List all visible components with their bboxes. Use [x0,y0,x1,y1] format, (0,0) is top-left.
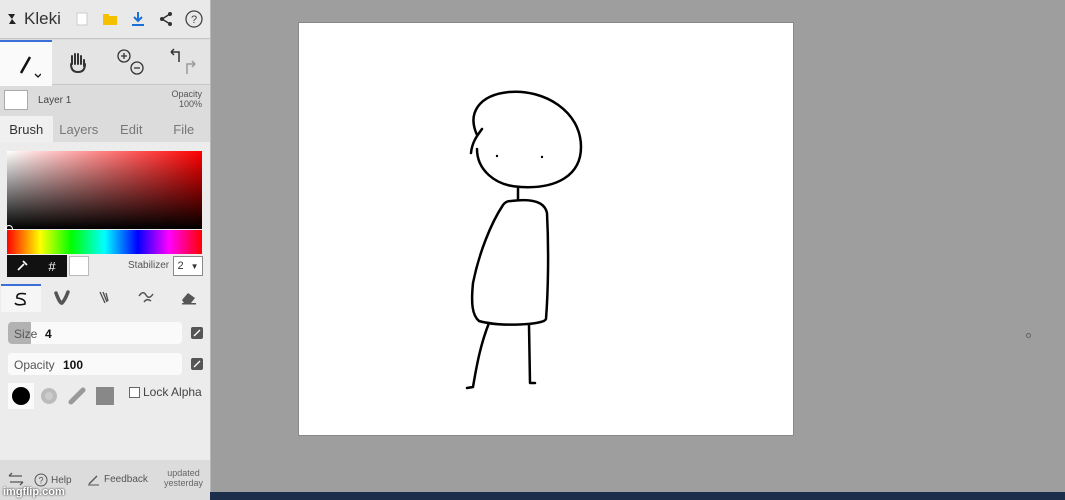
new-file-icon[interactable] [72,9,92,29]
brush-icon [19,56,41,78]
history-tools [160,40,206,84]
layer-opacity-value: 100% [178,99,202,109]
checkbox-icon[interactable] [129,386,140,398]
stabilizer-label: Stabilizer [128,260,170,271]
hex-color-button[interactable]: # [37,255,67,277]
layer-thumbnail[interactable] [4,90,28,110]
hue-slider[interactable] [7,230,202,254]
tab-brush[interactable]: Brush [0,116,53,142]
app-logo[interactable]: Kleki [6,9,61,29]
stabilizer-value: 2 [177,260,184,272]
circle-shape-icon [12,387,30,405]
chisel-icon [68,387,86,405]
os-taskbar [210,492,1065,500]
updated-info[interactable]: updated yesterday [164,468,203,488]
download-icon[interactable] [128,9,148,29]
feedback-icon [88,475,99,486]
undo-icon[interactable] [170,48,180,62]
svg-text:?: ? [191,14,197,26]
svg-text:?: ? [38,476,43,486]
tab-file[interactable]: File [158,116,211,142]
swap-icon [8,472,24,486]
layer-preview-row[interactable]: Layer 1 Opacity 100% [0,86,210,114]
eraser-icon [182,293,196,305]
tab-edit[interactable]: Edit [105,116,158,142]
color-saturation-picker[interactable] [7,151,202,229]
layer-name: Layer 1 [38,95,72,106]
opacity-label: Opacity [14,358,55,372]
size-value: 4 [45,327,52,341]
drawing-canvas[interactable] [298,22,794,436]
eraser-tab[interactable] [169,284,209,310]
updated-line1: updated [167,468,200,478]
brush-shape-chisel[interactable] [64,383,90,409]
panel-tabs: Brush Layers Edit File [0,116,210,142]
size-label: Size [14,327,38,341]
cursor-indicator [1026,333,1031,338]
chevron-down-icon: ▼ [190,261,199,271]
help-label: Help [51,474,72,486]
stabilizer-select[interactable]: 2 ▼ [173,256,203,276]
sketchy-brush-tab[interactable] [85,284,125,310]
help-button[interactable]: ? Help [34,473,72,487]
eyedropper-icon [17,260,28,271]
brush-type-tabs [0,284,210,312]
smooth-brush-tab[interactable] [127,284,167,310]
lock-alpha-label: Lock Alpha [143,385,202,399]
opacity-value: 100 [63,358,84,372]
feedback-label: Feedback [104,474,148,485]
brush-shape-row [8,383,118,409]
kleki-logo-icon [8,14,16,24]
redo-icon[interactable] [186,60,196,74]
sketchy-brush-icon [99,291,109,304]
blend-brush-tab[interactable] [42,284,82,310]
blend-brush-icon [54,290,70,305]
layer-opacity-label: Opacity [171,89,202,99]
feedback-button[interactable]: Feedback [87,473,148,486]
top-bar: Kleki ? [0,0,210,39]
size-slider[interactable]: Size 4 [8,322,182,344]
watermark: imgflip.com [3,486,65,498]
pen-brush-icon [14,292,27,306]
hand-icon [70,53,86,74]
brush-shape-soft[interactable] [36,383,62,409]
smooth-brush-icon [138,292,154,303]
help-icon[interactable]: ? [184,9,204,29]
brush-shape-circle[interactable] [8,383,34,409]
lock-alpha-checkbox[interactable]: Lock Alpha [129,385,202,399]
soft-circle-icon [41,388,57,404]
updated-line2: yesterday [164,478,204,488]
edit-size-icon[interactable] [191,327,203,339]
stick-figure-drawing [465,90,583,390]
edit-opacity-icon[interactable] [191,358,203,370]
eyedropper-button[interactable] [7,255,37,277]
tab-layers[interactable]: Layers [53,116,106,142]
tool-bar [0,40,210,86]
swap-sidebar-button[interactable] [8,472,24,486]
help-circle-icon: ? [34,473,48,487]
open-folder-icon[interactable] [100,9,120,29]
brush-panel: # Stabilizer 2 ▼ Size 4 Opacity 100 Lock… [0,142,210,460]
brush-shape-square[interactable] [92,383,118,409]
app-name: Kleki [24,9,61,28]
layer-opacity: Opacity 100% [171,89,202,109]
pen-brush-tab[interactable] [1,284,41,312]
square-shape-icon [96,387,114,405]
current-color-swatch[interactable] [69,256,89,276]
opacity-slider[interactable]: Opacity 100 [8,353,182,375]
share-icon[interactable] [156,9,176,29]
zoom-tools [108,40,154,84]
hand-tool[interactable] [55,40,101,84]
sidebar: Kleki ? Layer 1 Opacity 100% Brush Layer… [0,0,211,500]
brush-tool[interactable] [0,40,52,86]
